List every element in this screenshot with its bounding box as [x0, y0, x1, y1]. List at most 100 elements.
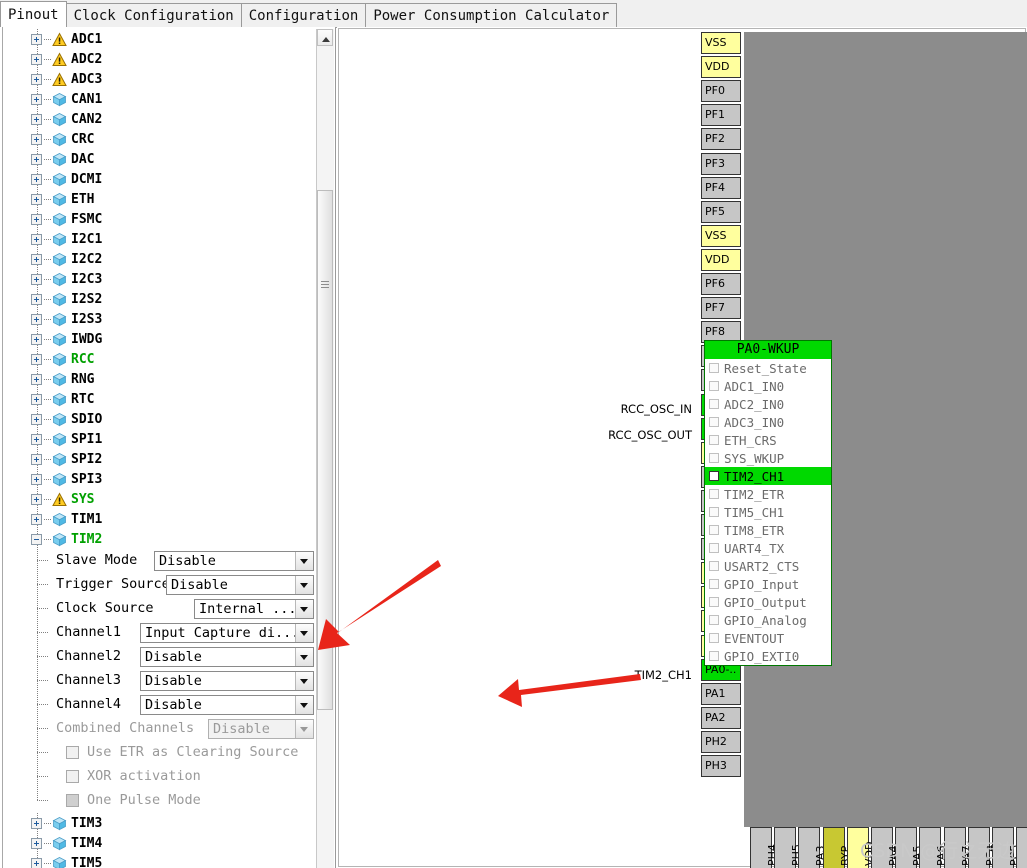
pin-ph2[interactable]: PH2	[701, 730, 741, 753]
tree-item-spi1[interactable]: SPI1	[4, 429, 328, 449]
tree-item-can1[interactable]: CAN1	[4, 89, 328, 109]
tim2-channel2-select[interactable]: Disable	[140, 647, 314, 667]
tree-item-tim2[interactable]: TIM2	[4, 529, 328, 549]
pin-pa1[interactable]: PA1	[701, 682, 741, 705]
pin-vdd[interactable]: VDD	[701, 248, 741, 271]
menu-item-gpio_exti0[interactable]: GPIO_EXTI0	[705, 647, 831, 665]
menu-item-sys_wkup[interactable]: SYS_WKUP	[705, 449, 831, 467]
menu-item-tim8_etr[interactable]: TIM8_ETR	[705, 521, 831, 539]
tree-item-rtc[interactable]: RTC	[4, 389, 328, 409]
checkbox-xor-activation[interactable]	[66, 770, 79, 783]
menu-checkbox[interactable]	[709, 561, 719, 571]
tree-item-can2[interactable]: CAN2	[4, 109, 328, 129]
menu-checkbox[interactable]	[709, 417, 719, 427]
tim2-combined-channels-select[interactable]: Disable	[208, 719, 314, 739]
tree-item-i2s2[interactable]: I2S2	[4, 289, 328, 309]
expand-icon[interactable]	[31, 373, 42, 385]
tree-item-dcmi[interactable]: DCMI	[4, 169, 328, 189]
expand-icon[interactable]	[31, 353, 42, 365]
menu-checkbox[interactable]	[709, 615, 719, 625]
menu-item-reset_state[interactable]: Reset_State	[705, 359, 831, 377]
pin-pf3[interactable]: PF3	[701, 152, 741, 175]
menu-item-tim5_ch1[interactable]: TIM5_CH1	[705, 503, 831, 521]
tree-item-adc3[interactable]: ADC3	[4, 69, 328, 89]
tree-item-sys[interactable]: SYS	[4, 489, 328, 509]
menu-item-adc2_in0[interactable]: ADC2_IN0	[705, 395, 831, 413]
pin-pf2[interactable]: PF2	[701, 128, 741, 151]
tree-item-i2c2[interactable]: I2C2	[4, 249, 328, 269]
tree-item-i2c3[interactable]: I2C3	[4, 269, 328, 289]
chevron-down-icon[interactable]	[295, 696, 313, 714]
menu-item-gpio_input[interactable]: GPIO_Input	[705, 575, 831, 593]
expand-icon[interactable]	[31, 113, 42, 125]
chevron-down-icon[interactable]	[295, 600, 313, 618]
menu-checkbox[interactable]	[709, 489, 719, 499]
tab-pinout[interactable]: Pinout	[0, 1, 67, 27]
menu-checkbox[interactable]	[709, 471, 719, 481]
tree-item-i2s3[interactable]: I2S3	[4, 309, 328, 329]
chevron-down-icon[interactable]	[295, 624, 313, 642]
expand-icon[interactable]	[31, 73, 42, 85]
expand-icon[interactable]	[31, 513, 42, 525]
pin-ph5[interactable]: PH5	[774, 827, 803, 868]
pin-pa3[interactable]: PA3	[798, 827, 827, 868]
expand-icon[interactable]	[31, 93, 42, 105]
menu-checkbox[interactable]	[709, 363, 719, 373]
menu-item-eth_crs[interactable]: ETH_CRS	[705, 431, 831, 449]
menu-item-usart2_cts[interactable]: USART2_CTS	[705, 557, 831, 575]
menu-checkbox[interactable]	[709, 381, 719, 391]
menu-checkbox[interactable]	[709, 525, 719, 535]
menu-item-adc1_in0[interactable]: ADC1_IN0	[705, 377, 831, 395]
expand-icon[interactable]	[31, 133, 42, 145]
expand-icon[interactable]	[31, 413, 42, 425]
tree-item-crc[interactable]: CRC	[4, 129, 328, 149]
tree-item-fsmc[interactable]: FSMC	[4, 209, 328, 229]
tree-vertical-scrollbar[interactable]	[316, 29, 334, 868]
expand-icon[interactable]	[31, 473, 42, 485]
collapse-icon[interactable]	[31, 533, 42, 545]
tree-item-tim1[interactable]: TIM1	[4, 509, 328, 529]
pin-vss[interactable]: VSS	[701, 224, 741, 247]
pin-pb0[interactable]: PB0	[1016, 827, 1027, 868]
expand-icon[interactable]	[31, 153, 42, 165]
tree-item-tim3[interactable]: TIM3	[4, 813, 328, 833]
menu-checkbox[interactable]	[709, 579, 719, 589]
pin-pf7[interactable]: PF7	[701, 297, 741, 320]
expand-icon[interactable]	[31, 393, 42, 405]
tim2-trigger-source-select[interactable]: Disable	[166, 575, 314, 595]
tim2-channel3-select[interactable]: Disable	[140, 671, 314, 691]
expand-icon[interactable]	[31, 857, 42, 868]
menu-checkbox[interactable]	[709, 633, 719, 643]
tree-item-tim4[interactable]: TIM4	[4, 833, 328, 853]
menu-item-eventout[interactable]: EVENTOUT	[705, 629, 831, 647]
expand-icon[interactable]	[31, 817, 42, 829]
pin-ph3[interactable]: PH3	[701, 755, 741, 777]
tree-item-adc2[interactable]: ADC2	[4, 49, 328, 69]
expand-icon[interactable]	[31, 293, 42, 305]
pin-pf5[interactable]: PF5	[701, 200, 741, 223]
menu-checkbox[interactable]	[709, 507, 719, 517]
expand-icon[interactable]	[31, 253, 42, 265]
pin-pf1[interactable]: PF1	[701, 104, 741, 127]
tree-item-iwdg[interactable]: IWDG	[4, 329, 328, 349]
pin-vdd[interactable]: VDD	[701, 56, 741, 79]
expand-icon[interactable]	[31, 273, 42, 285]
tim2-clock-source-select[interactable]: Internal ...	[194, 599, 314, 619]
expand-icon[interactable]	[31, 33, 42, 45]
chevron-down-icon[interactable]	[295, 720, 313, 738]
expand-icon[interactable]	[31, 233, 42, 245]
tree-item-spi3[interactable]: SPI3	[4, 469, 328, 489]
expand-icon[interactable]	[31, 433, 42, 445]
expand-icon[interactable]	[31, 453, 42, 465]
expand-icon[interactable]	[31, 313, 42, 325]
pin-pf4[interactable]: PF4	[701, 176, 741, 199]
tim2-channel4-select[interactable]: Disable	[140, 695, 314, 715]
expand-icon[interactable]	[31, 173, 42, 185]
pin-pf0[interactable]: PF0	[701, 80, 741, 103]
tree-item-tim5[interactable]: TIM5	[4, 853, 328, 868]
tree-item-rcc[interactable]: RCC	[4, 349, 328, 369]
chevron-down-icon[interactable]	[295, 672, 313, 690]
scroll-up-arrow-icon[interactable]	[317, 29, 333, 46]
expand-icon[interactable]	[31, 213, 42, 225]
tree-item-i2c1[interactable]: I2C1	[4, 229, 328, 249]
